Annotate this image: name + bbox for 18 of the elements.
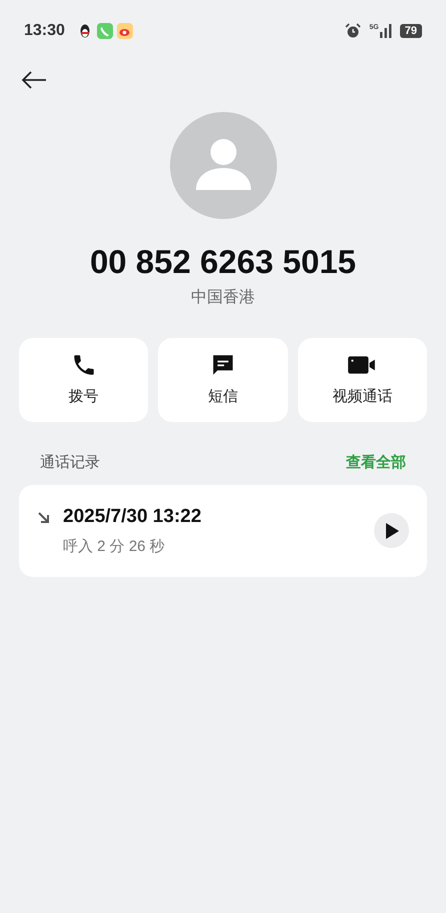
alarm-icon — [345, 23, 362, 39]
action-button[interactable]: 拨号 — [19, 338, 148, 422]
action-button[interactable]: 视频通话 — [298, 338, 427, 422]
location: 中国香港 — [191, 288, 255, 308]
signal-icon — [380, 24, 392, 38]
call-detail: 呼入 2 分 26 秒 — [63, 536, 166, 557]
section-title: 通话记录 — [40, 453, 100, 474]
battery-indicator: 79 — [400, 24, 422, 38]
call-log-card[interactable]: 2025/7/30 13:22 呼入 2 分 26 秒 — [19, 484, 427, 577]
phone-number: 00 852 6263 5015 — [90, 242, 356, 282]
play-icon — [384, 522, 398, 539]
action-button[interactable]: 短信 — [158, 338, 288, 422]
play-button[interactable] — [374, 513, 409, 548]
call-datetime: 2025/7/30 13:22 — [63, 505, 202, 530]
status-time: 13:30 — [24, 21, 65, 41]
back-arrow-icon — [21, 71, 47, 89]
eye-app-icon — [116, 23, 133, 39]
phone-app-icon — [96, 23, 113, 39]
